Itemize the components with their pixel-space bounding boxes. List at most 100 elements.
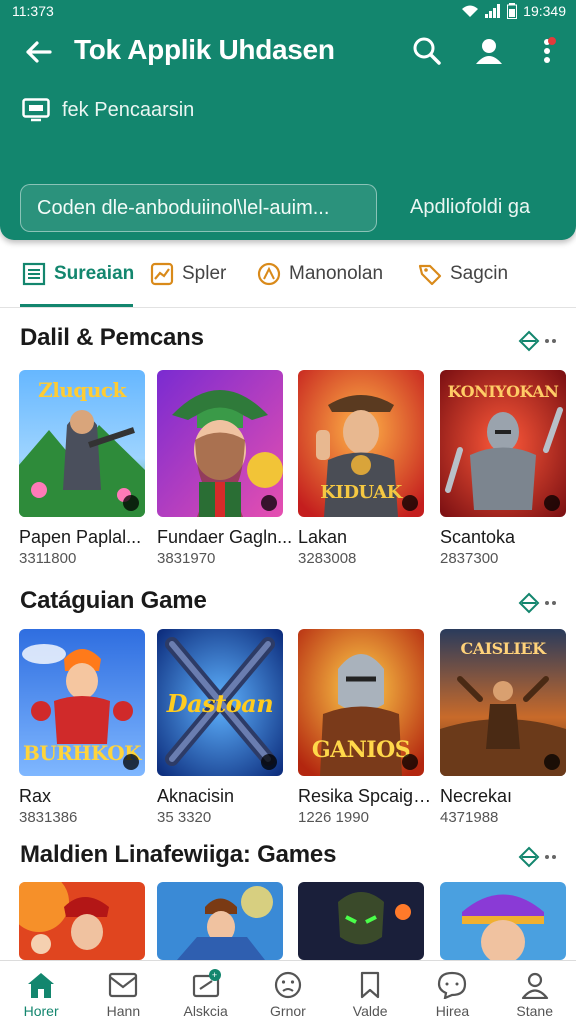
nav-item-hirea[interactable]: Hirea xyxy=(411,961,493,1024)
game-card[interactable]: KIDUAK Lakan 3283008 xyxy=(298,370,424,567)
section-more-button[interactable] xyxy=(518,846,562,868)
nav-item-alskcia[interactable]: + Alskcia xyxy=(165,961,247,1024)
tag-icon xyxy=(418,264,442,286)
tabs-divider xyxy=(0,307,576,308)
signal-icon xyxy=(485,4,501,18)
tab-manonolan[interactable]: Manonolan xyxy=(257,262,383,286)
game-card[interactable] xyxy=(440,882,566,960)
app-header: 11:373 19:349 Tok Applik Uhdasen fek Pen… xyxy=(0,0,576,240)
game-card[interactable] xyxy=(298,882,424,960)
game-name: Aknacisin xyxy=(157,786,235,806)
notification-dot xyxy=(548,37,556,45)
diamond-icon xyxy=(518,846,540,868)
nav-label: Alskcia xyxy=(183,1003,228,1019)
page-title: Tok Applik Uhdasen xyxy=(74,34,335,65)
mail-icon xyxy=(109,972,138,998)
chart-icon xyxy=(150,262,174,286)
nav-label: Hirea xyxy=(435,1003,470,1019)
game-card[interactable]: Fundaer Gagln... 3831970 xyxy=(157,370,292,567)
section-more-button[interactable] xyxy=(518,592,562,614)
game-card[interactable]: Zluquck Papen Paplal... 3311800 xyxy=(19,370,145,567)
status-icons: 19:349 xyxy=(461,3,566,19)
play-badge-icon xyxy=(261,495,277,511)
section-title: Dalil & Pemcans xyxy=(20,324,204,351)
battery-icon xyxy=(507,3,518,19)
game-name: Necrekaı xyxy=(440,786,513,806)
game-card[interactable]: GANIOS Resika Spcaigh... 1226 1990 xyxy=(298,629,434,826)
search-icon[interactable] xyxy=(410,34,444,68)
nav-badge: + xyxy=(208,969,221,981)
more-dots-icon xyxy=(545,339,556,343)
game-thumbnail: KONIYOKAN xyxy=(440,370,566,517)
status-time-right: 19:349 xyxy=(523,3,566,19)
game-thumbnail: Zluquck xyxy=(19,370,145,517)
tab-sureaian[interactable]: Sureaian xyxy=(22,262,134,286)
thumb-art-text: KONIYOKAN xyxy=(447,382,559,401)
status-time-left: 11:373 xyxy=(12,3,54,19)
compass-icon xyxy=(257,262,281,286)
game-thumbnail xyxy=(157,370,283,517)
section-title: Maldien Linafewiiga: Games xyxy=(20,841,337,868)
game-count: 3831970 xyxy=(157,550,216,567)
nav-item-grnor[interactable]: Grnor xyxy=(247,961,329,1024)
game-card[interactable]: BURHKOK Rax 3831386 xyxy=(19,629,145,826)
bookmark-icon xyxy=(361,971,380,999)
tab-spler[interactable]: Spler xyxy=(150,262,226,286)
thumb-art-text: Dastoan xyxy=(166,689,274,718)
game-count: 3831386 xyxy=(19,809,78,826)
diamond-icon xyxy=(518,592,540,614)
game-card[interactable] xyxy=(19,882,145,960)
game-name: Rax xyxy=(19,786,52,806)
game-name: Lakan xyxy=(298,527,348,547)
game-count: 1226 1990 xyxy=(298,809,369,826)
game-thumbnail xyxy=(440,882,566,960)
header-side-link[interactable]: Apdliofoldi ga xyxy=(410,196,530,219)
thumb-art-text: CAISLIEK xyxy=(460,639,546,658)
subtitle-row[interactable]: fek Pencaarsin xyxy=(22,98,194,122)
tab-label: Spler xyxy=(182,263,227,284)
game-thumbnail: GANIOS xyxy=(298,629,424,776)
more-vert-icon[interactable] xyxy=(530,34,564,68)
game-thumbnail: BURHKOK xyxy=(19,629,145,776)
diamond-icon xyxy=(518,330,540,352)
tab-sagcin[interactable]: Sagcin xyxy=(418,262,508,286)
nav-item-hann[interactable]: Hann xyxy=(82,961,164,1024)
tab-label: Manonolan xyxy=(289,263,384,284)
nav-label: Grnor xyxy=(270,1003,306,1019)
user-icon xyxy=(521,972,548,999)
nav-item-stane[interactable]: Stane xyxy=(494,961,576,1024)
nav-item-home[interactable]: Horer xyxy=(0,961,82,1024)
game-count: 35 3320 xyxy=(157,809,212,826)
section-more-button[interactable] xyxy=(518,330,562,352)
game-card[interactable]: Dastoan Aknacisin 35 3320 xyxy=(157,629,283,826)
game-name: Fundaer Gagln... xyxy=(157,527,293,547)
game-name: Papen Paplal... xyxy=(19,527,142,547)
thumb-art-text: Zluquck xyxy=(38,378,126,402)
game-name: Scantoka xyxy=(440,527,516,547)
nav-label: Horer xyxy=(23,1003,59,1019)
game-count: 3283008 xyxy=(298,550,357,567)
search-input[interactable]: Coden dle-anboduiinol\lel-auim... xyxy=(20,184,377,232)
game-card[interactable]: KONIYOKAN Scantoka 2837300 xyxy=(440,370,566,567)
game-thumbnail: CAISLIEK xyxy=(440,629,566,776)
face-icon xyxy=(274,971,302,999)
game-count: 4371988 xyxy=(440,809,499,826)
home-icon xyxy=(28,973,55,998)
game-card[interactable] xyxy=(157,882,283,960)
play-badge-icon xyxy=(544,495,560,511)
back-arrow-icon[interactable] xyxy=(22,36,54,68)
game-card[interactable]: CAISLIEK Necrekaı 4371988 xyxy=(440,629,566,826)
monitor-icon xyxy=(22,98,50,122)
more-dots-icon xyxy=(545,601,556,605)
nav-item-valde[interactable]: Valde xyxy=(329,961,411,1024)
bottom-navigation: Horer Hann + Alskcia Grnor Valde Hirea S… xyxy=(0,960,576,1024)
game-thumbnail xyxy=(19,882,145,960)
tab-label: Sagcin xyxy=(450,263,509,284)
more-dots-icon xyxy=(545,855,556,859)
section-title: Catáguian Game xyxy=(20,587,207,614)
game-thumbnail xyxy=(298,882,424,960)
play-badge-icon xyxy=(402,495,418,511)
profile-icon[interactable] xyxy=(472,34,506,68)
play-badge-icon xyxy=(123,754,139,770)
play-badge-icon xyxy=(261,754,277,770)
